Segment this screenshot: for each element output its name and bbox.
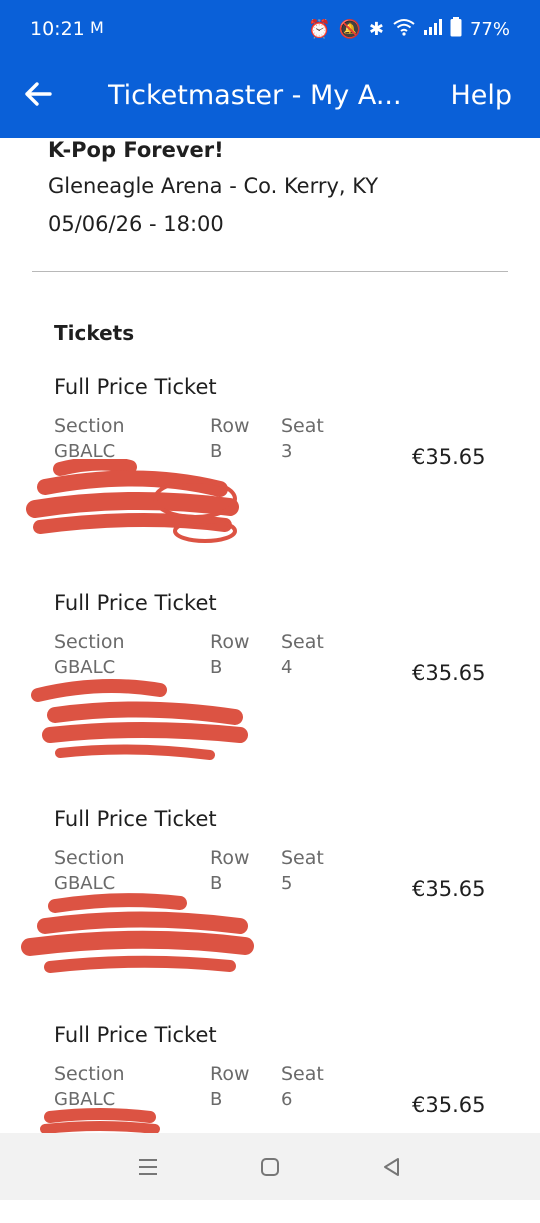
row-label: Row <box>210 415 250 437</box>
row-label: Row <box>210 847 250 869</box>
ticket-price: €35.65 <box>412 877 486 901</box>
alarm-icon: ⏰ <box>308 19 331 40</box>
bluetooth-icon: ✱ <box>368 19 384 40</box>
home-icon[interactable] <box>258 1155 282 1179</box>
seat-label: Seat <box>281 631 324 653</box>
event-name: K-Pop Forever! <box>48 138 224 162</box>
section-label: Section <box>54 847 125 869</box>
wifi-icon <box>392 18 416 41</box>
section-label: Section <box>54 1063 125 1085</box>
ticket-card: Full Price Ticket Section Row Seat GBALC… <box>0 807 540 1007</box>
page-title: Ticketmaster - My A... <box>108 80 402 111</box>
ticket-type: Full Price Ticket <box>54 591 217 615</box>
seat-label: Seat <box>281 847 324 869</box>
mail-icon: M <box>90 18 104 37</box>
row-label: Row <box>210 1063 250 1085</box>
recent-apps-icon[interactable] <box>136 1155 160 1179</box>
back-nav-icon[interactable] <box>380 1155 404 1179</box>
seat-value: 6 <box>281 1089 293 1110</box>
seat-label: Seat <box>281 415 324 437</box>
battery-percent: 77% <box>469 19 510 40</box>
bell-off-icon: 🔕 <box>338 19 361 40</box>
redaction-scribble <box>21 893 254 973</box>
help-button[interactable]: Help <box>450 80 512 111</box>
ticket-type: Full Price Ticket <box>54 807 217 831</box>
seat-value: 3 <box>281 441 293 462</box>
event-venue: Gleneagle Arena - Co. Kerry, KY <box>48 174 379 198</box>
seat-label: Seat <box>281 1063 324 1085</box>
battery-icon <box>450 17 462 42</box>
tickets-heading: Tickets <box>54 321 135 345</box>
redaction-scribble <box>26 459 239 543</box>
status-icons: ⏰ 🔕 ✱ 77% <box>308 17 510 42</box>
status-bar: 10:21 M ⏰ 🔕 ✱ 77% <box>0 0 540 58</box>
section-label: Section <box>54 631 125 653</box>
ticket-price: €35.65 <box>412 445 486 469</box>
section-label: Section <box>54 415 125 437</box>
ticket-type: Full Price Ticket <box>54 1023 217 1047</box>
signal-icon <box>423 19 442 40</box>
ticket-price: €35.65 <box>412 1093 486 1117</box>
ticket-card: Full Price Ticket Section Row Seat GBALC… <box>0 375 540 575</box>
back-arrow-icon[interactable] <box>20 76 56 112</box>
redaction-scribble <box>31 679 248 760</box>
app-bar: Ticketmaster - My A... Help <box>0 58 540 138</box>
ticket-card: Full Price Ticket Section Row Seat GBALC… <box>0 591 540 791</box>
ticket-price: €35.65 <box>412 661 486 685</box>
seat-value: 4 <box>281 657 293 678</box>
system-nav-bar <box>0 1133 540 1200</box>
ticket-type: Full Price Ticket <box>54 375 217 399</box>
divider <box>32 271 508 272</box>
status-time: 10:21 <box>30 18 85 40</box>
row-label: Row <box>210 631 250 653</box>
seat-value: 5 <box>281 873 293 894</box>
event-datetime: 05/06/26 - 18:00 <box>48 212 224 236</box>
